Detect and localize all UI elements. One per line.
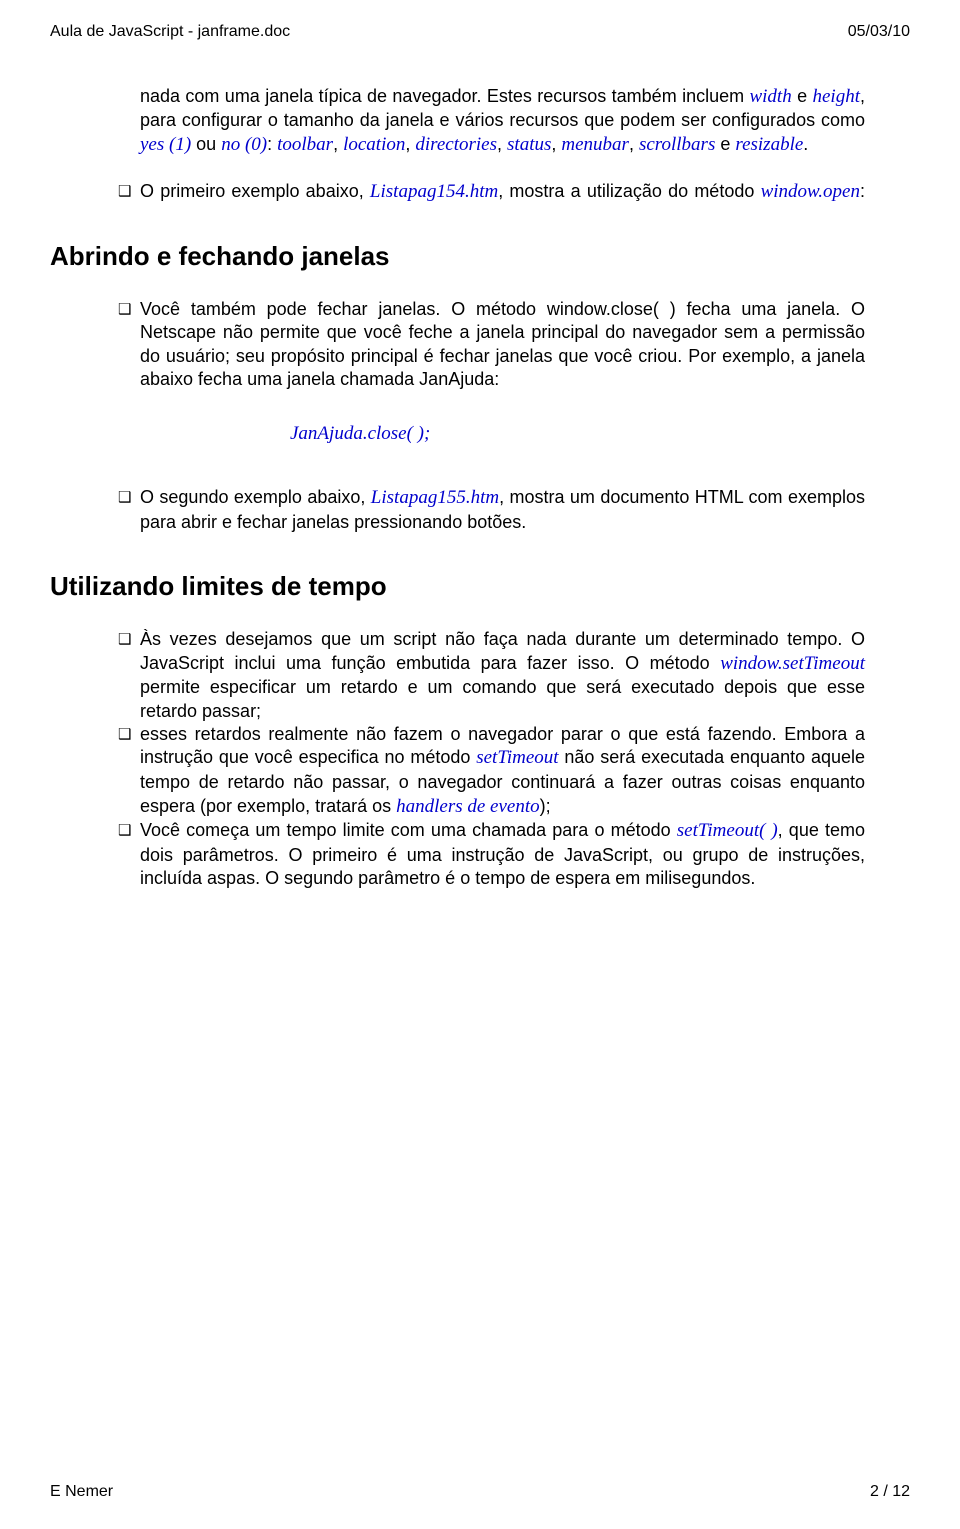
bullet-icon: ❑ [110, 180, 140, 202]
header-right: 05/03/10 [848, 22, 910, 43]
list-item: nada com uma janela típica de navegador.… [110, 85, 865, 158]
list-item: ❑ Às vezes desejamos que um script não f… [110, 628, 865, 723]
list-item: ❑ esses retardos realmente não fazem o n… [110, 723, 865, 819]
list-item: ❑ Você começa um tempo limite com uma ch… [110, 819, 865, 890]
bullet-icon: ❑ [110, 298, 140, 320]
bullet-icon [110, 85, 140, 87]
footer-right: 2 / 12 [870, 1482, 910, 1503]
paragraph: nada com uma janela típica de navegador.… [140, 85, 865, 158]
footer-left: E Nemer [50, 1482, 113, 1503]
bullet-group-4: ❑ Às vezes desejamos que um script não f… [110, 628, 865, 890]
list-item: ❑ O segundo exemplo abaixo, Listapag155.… [110, 486, 865, 534]
paragraph: Você começa um tempo limite com uma cham… [140, 819, 865, 890]
page-container: Aula de JavaScript - janframe.doc 05/03/… [0, 0, 960, 1529]
bullet-icon: ❑ [110, 819, 140, 841]
paragraph: O primeiro exemplo abaixo, Listapag154.h… [140, 180, 865, 205]
bullet-group-2: ❑ Você também pode fechar janelas. O mét… [110, 298, 865, 392]
list-item: ❑ O primeiro exemplo abaixo, Listapag154… [110, 180, 865, 205]
list-item: ❑ Você também pode fechar janelas. O mét… [110, 298, 865, 392]
paragraph: Às vezes desejamos que um script não faç… [140, 628, 865, 723]
paragraph: Você também pode fechar janelas. O métod… [140, 298, 865, 392]
heading-opening-closing: Abrindo e fechando janelas [50, 240, 865, 274]
bullet-icon: ❑ [110, 723, 140, 745]
bullet-icon: ❑ [110, 486, 140, 508]
heading-timeouts: Utilizando limites de tempo [50, 570, 865, 604]
header-left: Aula de JavaScript - janframe.doc [50, 22, 290, 43]
paragraph: O segundo exemplo abaixo, Listapag155.ht… [140, 486, 865, 534]
paragraph: esses retardos realmente não fazem o nav… [140, 723, 865, 819]
bullet-icon: ❑ [110, 628, 140, 650]
bullet-group-1: nada com uma janela típica de navegador.… [110, 85, 865, 158]
bullet-group-1b: ❑ O primeiro exemplo abaixo, Listapag154… [110, 180, 865, 205]
code-snippet: JanAjuda.close( ); [290, 422, 865, 447]
page-header: Aula de JavaScript - janframe.doc 05/03/… [50, 22, 910, 43]
page-footer: E Nemer 2 / 12 [50, 1482, 910, 1503]
content-area: nada com uma janela típica de navegador.… [50, 85, 910, 891]
bullet-group-3: ❑ O segundo exemplo abaixo, Listapag155.… [110, 486, 865, 534]
